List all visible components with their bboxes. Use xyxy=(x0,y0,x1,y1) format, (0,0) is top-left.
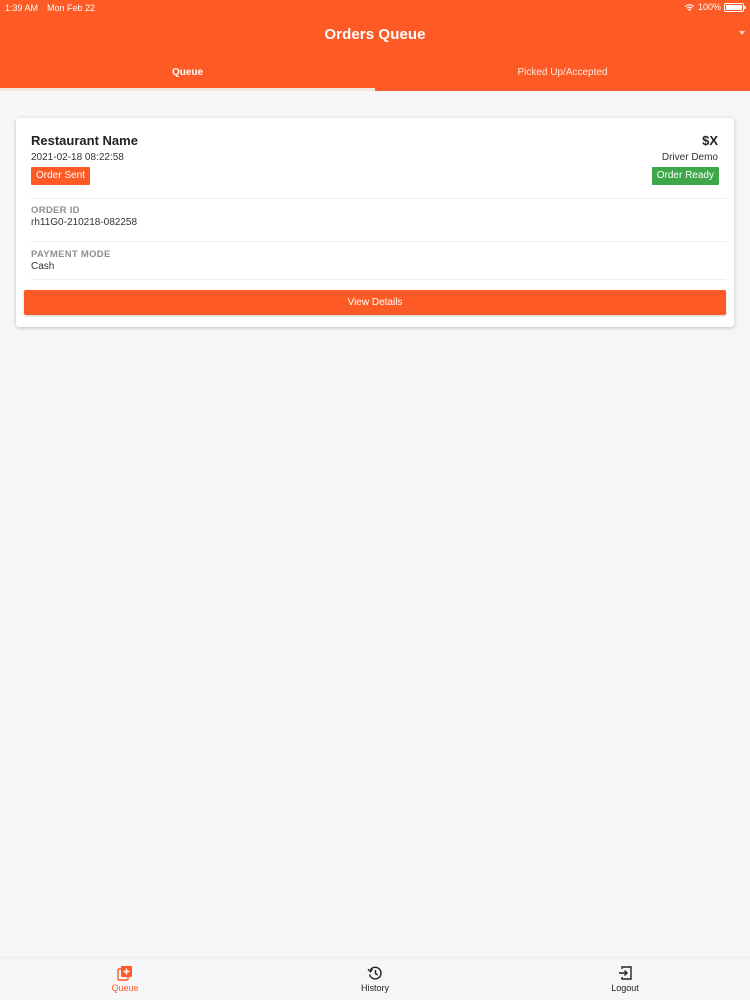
status-badge-order-ready: Order Ready xyxy=(651,167,719,185)
tab-queue[interactable]: Queue xyxy=(0,60,375,91)
page-title: Orders Queue xyxy=(324,26,426,43)
order-id-value: rh11G0-210218-082258 xyxy=(31,217,138,228)
logout-icon xyxy=(619,966,632,980)
queue-add-icon xyxy=(117,966,132,981)
view-details-button[interactable]: View Details xyxy=(24,290,726,315)
order-price: $X xyxy=(702,133,718,148)
app-header: 1:39 AM Mon Feb 22 100% Orders Queue Que… xyxy=(0,0,750,91)
restaurant-name: Restaurant Name xyxy=(31,133,138,148)
history-icon xyxy=(367,966,382,980)
bottom-tab-label: Queue xyxy=(111,983,139,993)
driver-name: Driver Demo xyxy=(661,152,718,163)
order-date: 2021-02-18 08:22:58 xyxy=(31,152,124,163)
bottom-tab-label: History xyxy=(360,983,389,993)
caret-down-icon xyxy=(739,31,745,35)
battery-percent: 100% xyxy=(697,2,721,12)
payment-mode-value: Cash xyxy=(31,261,55,272)
battery-icon xyxy=(724,2,746,12)
status-indicators: 100% xyxy=(684,2,746,12)
order-id-label: ORDER ID xyxy=(31,205,80,216)
divider xyxy=(31,241,726,242)
payment-mode-label: PAYMENT MODE xyxy=(31,249,111,260)
tab-label: Picked Up/Accepted xyxy=(517,67,608,78)
wifi-icon xyxy=(684,3,695,11)
bottom-tab-history[interactable]: History xyxy=(250,958,500,1000)
bottom-tab-logout[interactable]: Logout xyxy=(500,958,750,1000)
tab-picked-up-accepted[interactable]: Picked Up/Accepted xyxy=(375,60,750,91)
bottom-tab-label: Logout xyxy=(611,983,639,993)
bottom-tab-queue[interactable]: Queue xyxy=(0,958,250,1000)
status-badge-order-sent: Order Sent xyxy=(31,167,90,185)
order-tabs: Queue Picked Up/Accepted xyxy=(0,60,750,91)
order-card: Restaurant Name 2021-02-18 08:22:58 $X D… xyxy=(16,118,734,327)
bottom-tab-bar: Queue History Logout xyxy=(0,957,750,1000)
status-time: 1:39 AM xyxy=(5,3,39,13)
tab-label: Queue xyxy=(171,67,204,78)
status-date: Mon Feb 22 xyxy=(47,3,96,13)
active-tab-indicator xyxy=(0,88,375,91)
divider xyxy=(31,198,726,199)
divider xyxy=(31,279,726,280)
status-bar: 1:39 AM Mon Feb 22 100% xyxy=(0,0,750,16)
